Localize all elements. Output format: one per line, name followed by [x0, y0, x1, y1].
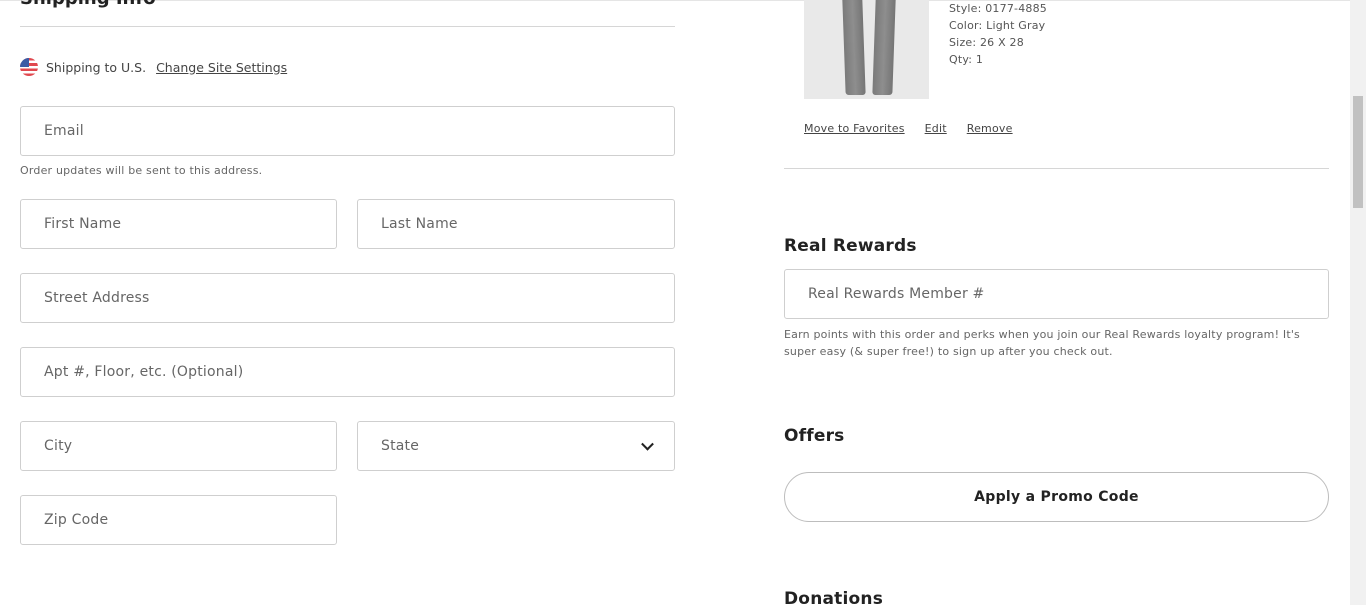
- product-style: Style: 0177-4885: [949, 2, 1047, 15]
- real-rewards-title: Real Rewards: [784, 236, 917, 256]
- product-color: Color: Light Gray: [949, 19, 1046, 32]
- chevron-down-icon: [641, 437, 654, 451]
- product-image-leg: [872, 0, 896, 95]
- apt-field[interactable]: Apt #, Floor, etc. (Optional): [20, 347, 675, 397]
- real-rewards-member-field[interactable]: Real Rewards Member #: [784, 269, 1329, 319]
- remove-link[interactable]: Remove: [967, 122, 1013, 135]
- apply-promo-code-button[interactable]: Apply a Promo Code: [784, 472, 1329, 522]
- product-qty: Qty: 1: [949, 53, 984, 66]
- state-placeholder: State: [381, 438, 420, 454]
- email-field[interactable]: Email: [20, 106, 675, 156]
- city-placeholder: City: [44, 438, 73, 454]
- product-image-leg: [842, 0, 866, 95]
- street-address-field[interactable]: Street Address: [20, 273, 675, 323]
- product-size: Size: 26 X 28: [949, 36, 1024, 49]
- top-border: [0, 0, 1350, 1]
- state-select[interactable]: State: [357, 421, 675, 471]
- product-image[interactable]: [804, 0, 929, 99]
- zip-code-field[interactable]: Zip Code: [20, 495, 337, 545]
- divider: [784, 168, 1329, 169]
- scrollbar[interactable]: [1350, 0, 1366, 605]
- first-name-placeholder: First Name: [44, 216, 122, 232]
- donations-title: Donations: [784, 589, 884, 605]
- move-to-favorites-link[interactable]: Move to Favorites: [804, 122, 905, 135]
- real-rewards-note: Earn points with this order and perks wh…: [784, 328, 1300, 358]
- shipping-to-label: Shipping to U.S.: [46, 59, 147, 75]
- last-name-placeholder: Last Name: [381, 216, 458, 232]
- zip-code-placeholder: Zip Code: [44, 512, 109, 528]
- street-address-placeholder: Street Address: [44, 290, 150, 306]
- real-rewards-member-placeholder: Real Rewards Member #: [808, 286, 985, 302]
- change-site-settings-link[interactable]: Change Site Settings: [156, 60, 287, 75]
- first-name-field[interactable]: First Name: [20, 199, 337, 249]
- apt-placeholder: Apt #, Floor, etc. (Optional): [44, 364, 244, 380]
- scrollbar-thumb[interactable]: [1353, 96, 1363, 208]
- edit-link[interactable]: Edit: [925, 122, 947, 135]
- city-field[interactable]: City: [20, 421, 337, 471]
- divider: [20, 26, 675, 27]
- product-actions: Move to Favorites Edit Remove: [804, 122, 1013, 135]
- last-name-field[interactable]: Last Name: [357, 199, 675, 249]
- offers-title: Offers: [784, 426, 845, 446]
- shipping-country-row: Shipping to U.S. Change Site Settings: [20, 58, 287, 76]
- email-placeholder: Email: [44, 123, 84, 139]
- email-hint: Order updates will be sent to this addre…: [20, 164, 263, 177]
- us-flag-icon: [20, 58, 38, 76]
- shipping-info-title: Shipping Info: [20, 0, 156, 9]
- product-details: Style: 0177-4885 Color: Light Gray Size:…: [949, 0, 1047, 68]
